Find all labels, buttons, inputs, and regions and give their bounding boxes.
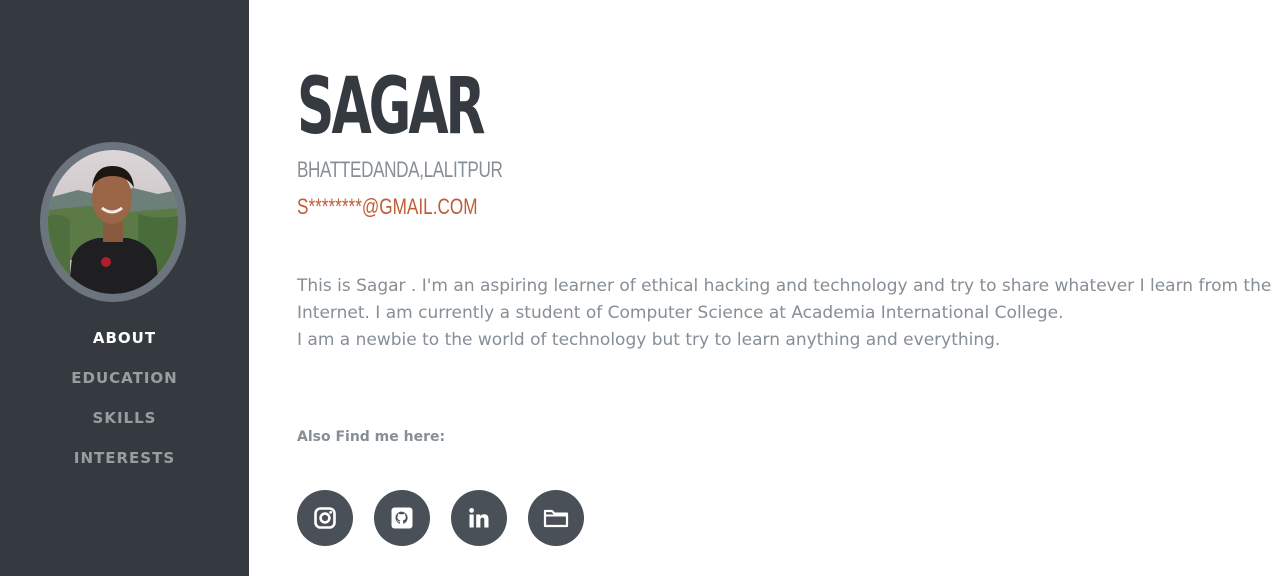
nav-item-skills: SKILLS	[0, 408, 249, 448]
linkedin-link[interactable]	[451, 490, 507, 546]
social-links	[297, 490, 584, 546]
github-icon	[391, 507, 413, 529]
avatar	[48, 150, 178, 294]
instagram-icon	[314, 507, 336, 529]
bio-paragraph-2: I am a newbie to the world of technology…	[297, 330, 1001, 350]
nav-link-education[interactable]: EDUCATION	[71, 368, 177, 388]
nav-item-interests: INTERESTS	[0, 448, 249, 488]
sidebar: ABOUT EDUCATION SKILLS INTERESTS	[0, 0, 249, 576]
nav-link-interests[interactable]: INTERESTS	[74, 448, 175, 468]
profile-name: SAGAR	[297, 62, 486, 152]
nav-menu: ABOUT EDUCATION SKILLS INTERESTS	[0, 328, 249, 488]
folder-link[interactable]	[528, 490, 584, 546]
github-link[interactable]	[374, 490, 430, 546]
profile-location: BHATTEDANDA,LALITPUR	[297, 157, 503, 182]
nav-item-about: ABOUT	[0, 328, 249, 368]
profile-email-link[interactable]: S********@GMAIL.COM	[297, 194, 477, 220]
social-title: Also Find me here:	[297, 429, 446, 445]
nav-link-about[interactable]: ABOUT	[93, 328, 156, 348]
nav-item-education: EDUCATION	[0, 368, 249, 408]
folder-icon	[543, 509, 569, 528]
avatar-frame	[40, 142, 186, 302]
bio-paragraph-1: This is Sagar . I'm an aspiring learner …	[297, 276, 1272, 323]
linkedin-icon	[469, 508, 489, 528]
instagram-link[interactable]	[297, 490, 353, 546]
bio: This is Sagar . I'm an aspiring learner …	[297, 273, 1272, 354]
nav-link-skills[interactable]: SKILLS	[93, 408, 157, 428]
